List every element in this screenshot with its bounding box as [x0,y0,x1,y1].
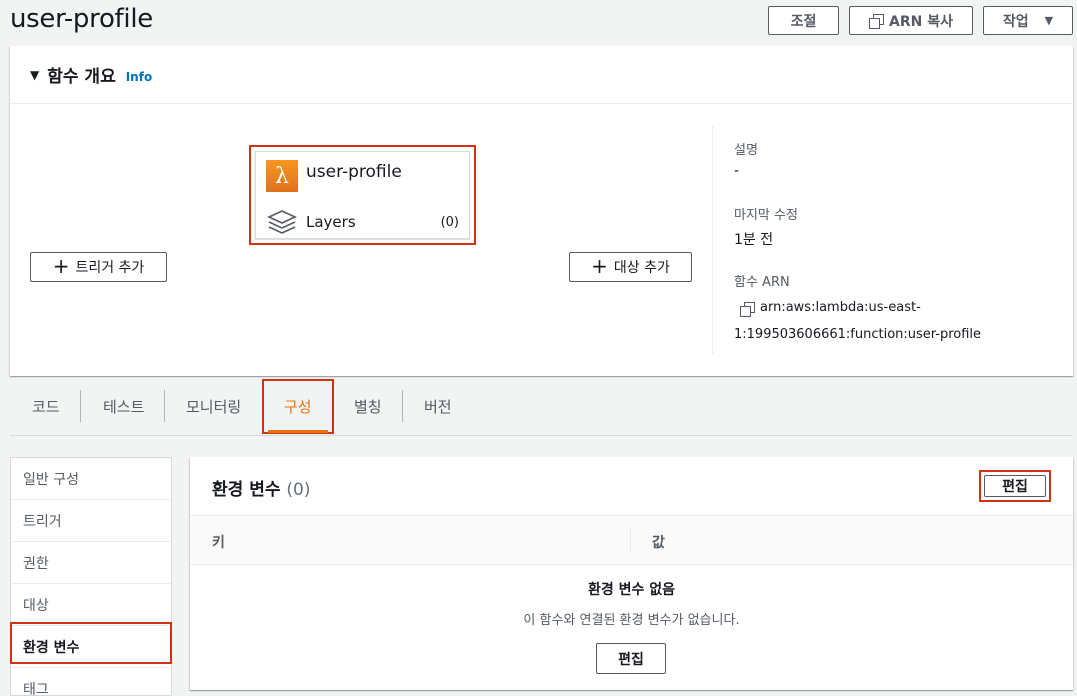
edit-button[interactable]: 편집 [984,475,1046,497]
add-trigger-button[interactable]: + 트리거 추가 [30,252,167,282]
plus-icon: + [591,254,608,278]
tab-aliases[interactable]: 별칭 [354,396,382,417]
sidenav-item-destinations[interactable]: 대상 [11,584,171,626]
sidenav-item-general[interactable]: 일반 구성 [11,458,171,500]
empty-state-edit-button[interactable]: 편집 [596,643,666,674]
copy-icon[interactable] [740,302,755,317]
layers-icon [267,210,297,234]
plus-icon: + [52,254,70,278]
column-separator [630,528,631,552]
empty-state-description: 이 함수와 연결된 환경 변수가 없습니다. [523,613,740,628]
tab-configuration[interactable]: 구성 [284,396,312,417]
caret-down-icon: ▼ [1044,14,1054,27]
last-modified-value: 1분 전 [734,232,774,248]
function-arn-line1: arn:aws:lambda:us-east- [760,300,921,315]
sidenav-active-highlight [10,622,172,664]
empty-state-title: 환경 변수 없음 [587,582,676,598]
copy-arn-button[interactable]: ARN 복사 [849,6,973,35]
lambda-icon: λ [266,160,298,192]
env-title-text: 환경 변수 [212,480,281,500]
sidenav-item-tags[interactable]: 태그 [11,668,171,696]
layers-button[interactable]: Layers [306,213,356,231]
actions-dropdown[interactable]: 작업 ▼ [983,6,1073,35]
sidenav-item-triggers[interactable]: 트리거 [11,500,171,542]
adjust-button-label: 조절 [790,13,817,30]
add-destination-label: 대상 추가 [613,260,670,276]
tab-monitoring[interactable]: 모니터링 [186,396,241,417]
function-node[interactable]: λ user-profile Layers (0) [255,151,470,239]
tab-separator [80,390,81,422]
tabs-baseline [10,435,1073,436]
layers-count: (0) [440,215,459,230]
edit-button-highlight: 편집 [979,470,1051,502]
function-node-highlight: λ user-profile Layers (0) [249,145,476,245]
add-destination-button[interactable]: + 대상 추가 [569,252,692,282]
overview-divider [712,126,713,354]
sidenav-item-permissions[interactable]: 권한 [11,542,171,584]
actions-label: 작업 [1002,13,1029,30]
empty-state-edit-label: 편집 [618,651,644,668]
page-title: user-profile [10,4,153,34]
tab-separator [164,390,165,422]
tab-test[interactable]: 테스트 [103,396,144,417]
function-node-name: user-profile [306,162,402,182]
copy-arn-label: ARN 복사 [889,13,953,30]
column-header-key: 키 [212,535,225,551]
collapse-triangle-icon[interactable]: ▼ [30,68,39,82]
add-trigger-label: 트리거 추가 [75,260,145,276]
active-tab-indicator [268,430,328,433]
description-label: 설명 [734,143,758,158]
overview-header[interactable]: ▼ 함수 개요 Info [10,46,1073,104]
env-panel-title: 환경 변수 (0) [212,475,311,500]
tab-versions[interactable]: 버전 [424,396,452,417]
function-arn-label: 함수 ARN [734,275,790,290]
function-arn-line2: 1:199503606661:function:user-profile [734,327,982,342]
tab-separator [402,390,403,422]
last-modified-label: 마지막 수정 [734,208,798,223]
env-count: (0) [286,480,311,500]
column-header-value: 값 [652,535,665,551]
env-table-header: 키 값 [190,515,1073,565]
tab-code[interactable]: 코드 [32,396,60,417]
info-link[interactable]: Info [126,70,152,84]
description-value: - [734,163,740,179]
overview-title: 함수 개요 [47,67,116,87]
adjust-button[interactable]: 조절 [768,6,839,35]
copy-icon [869,13,885,29]
